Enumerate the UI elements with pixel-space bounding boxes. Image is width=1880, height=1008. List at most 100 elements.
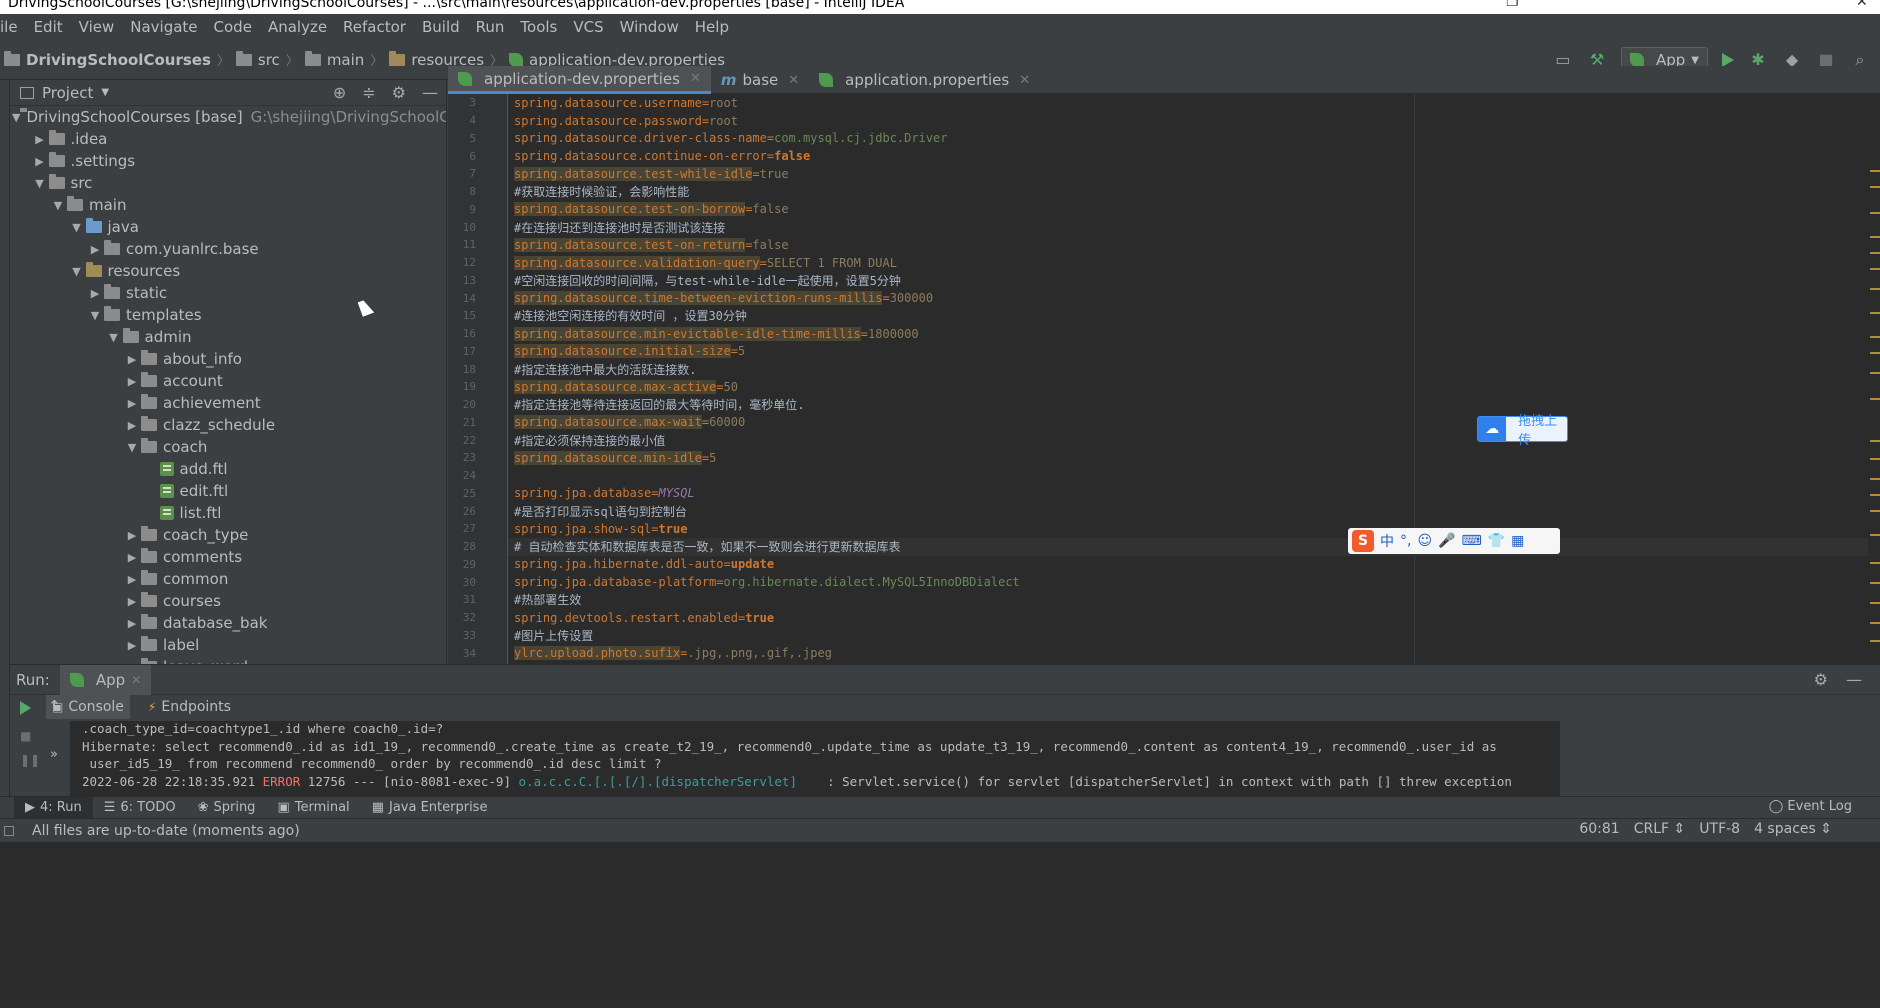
- menu-item-navigate[interactable]: Navigate: [122, 18, 205, 36]
- expand-arrow-icon[interactable]: ▼: [86, 309, 104, 322]
- tree-item-achievement[interactable]: ▶ achievement: [10, 392, 446, 414]
- file-encoding[interactable]: UTF-8: [1699, 821, 1740, 837]
- scroll-up-icon[interactable]: ↑: [48, 697, 61, 715]
- tree-item-coach-type[interactable]: ▶ coach_type: [10, 524, 446, 546]
- baidu-drag-upload-widget[interactable]: ☁ 拖拽上传: [1477, 414, 1568, 448]
- editor-tab-application-properties[interactable]: application.properties ✕: [809, 66, 1040, 94]
- menu-item-vcs[interactable]: VCS: [565, 18, 611, 36]
- error-stripe[interactable]: [1868, 94, 1880, 664]
- code-line[interactable]: 29 spring.jpa.hibernate.ddl-auto=update: [463, 556, 1868, 574]
- expand-arrow-icon[interactable]: ▼: [68, 221, 86, 234]
- warning-mark[interactable]: [1870, 478, 1880, 480]
- collapsed-arrow-icon[interactable]: ▶: [31, 155, 49, 168]
- collapsed-arrow-icon[interactable]: ▶: [123, 595, 141, 608]
- line-separator[interactable]: CRLF ⇕: [1634, 821, 1686, 837]
- status-toggle-icon[interactable]: [4, 825, 14, 836]
- warning-mark[interactable]: [1870, 352, 1880, 354]
- code-line[interactable]: 8 #获取连接时候验证，会影响性能: [469, 183, 1868, 201]
- expand-arrow-icon[interactable]: ▼: [68, 265, 86, 278]
- menu-item-window[interactable]: Window: [612, 18, 687, 36]
- ime-keyboard-icon[interactable]: ⌨: [1462, 533, 1482, 549]
- collapsed-arrow-icon[interactable]: ▶: [31, 133, 49, 146]
- ime-punctuation-icon[interactable]: °,: [1400, 533, 1411, 549]
- tree-item-com-yuanlrc-base[interactable]: ▶ com.yuanlrc.base: [10, 238, 446, 260]
- code-line[interactable]: 14 spring.datasource.time-between-evictio…: [463, 289, 1868, 307]
- close-tab-icon[interactable]: ✕: [131, 673, 141, 687]
- code-line[interactable]: 9 spring.datasource.test-on-borrow=false: [469, 201, 1868, 219]
- menu-item-code[interactable]: Code: [206, 18, 260, 36]
- locate-target-icon[interactable]: ⊕: [333, 83, 346, 102]
- menu-item-refactor[interactable]: Refactor: [335, 18, 414, 36]
- indent-setting[interactable]: 4 spaces ⇕: [1754, 821, 1832, 837]
- collapsed-arrow-icon[interactable]: ▶: [123, 529, 141, 542]
- warning-mark[interactable]: [1870, 372, 1880, 374]
- warning-mark[interactable]: [1870, 336, 1880, 338]
- chevron-down-icon[interactable]: ▼: [101, 87, 109, 98]
- expand-arrow-icon[interactable]: ▼: [12, 111, 20, 124]
- tree-item-java[interactable]: ▼ java: [10, 216, 446, 238]
- tree-item-about-info[interactable]: ▶ about_info: [10, 348, 446, 370]
- collapsed-arrow-icon[interactable]: ▶: [123, 375, 141, 388]
- menu-item-build[interactable]: Build: [414, 18, 468, 36]
- warning-mark[interactable]: [1870, 312, 1880, 314]
- close-tab-icon[interactable]: ✕: [1019, 73, 1030, 88]
- tree-item-comments[interactable]: ▶ comments: [10, 546, 446, 568]
- code-line[interactable]: 27 spring.jpa.show-sql=true: [463, 520, 1868, 538]
- tree-item-clazz-schedule[interactable]: ▶ clazz_schedule: [10, 414, 446, 436]
- tree-item-templates[interactable]: ▼ templates: [10, 304, 446, 326]
- tree-item-add-ftl[interactable]: add.ftl: [10, 458, 446, 480]
- code-line[interactable]: 12 spring.datasource.validation-query=SEL…: [463, 254, 1868, 272]
- warning-mark[interactable]: [1870, 186, 1880, 188]
- tree-item-leave-word[interactable]: ▶leave_word: [10, 656, 446, 664]
- code-editor[interactable]: 3 spring.datasource.username=root 4 spring.…: [448, 94, 1868, 664]
- tool-window-terminal[interactable]: ▣ Terminal: [266, 797, 360, 819]
- ime-menu-icon[interactable]: ▦: [1511, 533, 1524, 549]
- expand-arrow-icon[interactable]: ▼: [105, 331, 123, 344]
- tool-window-spring[interactable]: ❀ Spring: [187, 797, 267, 819]
- collapsed-arrow-icon[interactable]: ▶: [123, 573, 141, 586]
- restore-icon[interactable]: ❐: [1506, 0, 1519, 10]
- warning-mark[interactable]: [1870, 582, 1880, 584]
- tree-item-common[interactable]: ▶ common: [10, 568, 446, 590]
- code-line[interactable]: 34 ylrc.upload.photo.sufix=.jpg,.png,.gif…: [463, 644, 1868, 662]
- tree-item-label[interactable]: ▶ label: [10, 634, 446, 656]
- code-line[interactable]: 25 spring.jpa.database=MYSQL: [463, 485, 1868, 503]
- code-line[interactable]: 10 #在连接归还到连接池时是否测试该连接: [463, 218, 1868, 236]
- menu-item-analyze[interactable]: Analyze: [260, 18, 335, 36]
- console-output[interactable]: .coach_type_id=coachtype1_.id where coac…: [70, 721, 1560, 797]
- code-line[interactable]: 21 spring.datasource.max-wait=60000: [463, 414, 1868, 432]
- tool-window-6-todo[interactable]: ☰ 6: TODO: [93, 797, 187, 819]
- code-line[interactable]: 22 #指定必须保持连接的最小值: [463, 431, 1868, 449]
- code-line[interactable]: 17 spring.datasource.initial-size=5: [463, 343, 1868, 361]
- close-tab-icon[interactable]: ✕: [788, 73, 799, 88]
- collapsed-arrow-icon[interactable]: ▶: [123, 397, 141, 410]
- warning-mark[interactable]: [1870, 236, 1880, 238]
- breadcrumb-project[interactable]: DrivingSchoolCourses: [26, 51, 211, 69]
- minimize-icon[interactable]: —: [422, 83, 438, 102]
- breadcrumb-item-src[interactable]: src: [258, 51, 280, 69]
- collapsed-arrow-icon[interactable]: ▶: [123, 639, 141, 652]
- code-line[interactable]: 6 spring.datasource.continue-on-error=fal…: [469, 147, 1868, 165]
- tree-item-static[interactable]: ▶ static: [10, 282, 446, 304]
- warning-mark[interactable]: [1870, 640, 1880, 642]
- warning-mark[interactable]: [1870, 494, 1880, 496]
- menu-item-edit[interactable]: Edit: [26, 18, 71, 36]
- tool-window-java-enterprise[interactable]: ▦ Java Enterprise: [361, 797, 499, 819]
- warning-mark[interactable]: [1870, 268, 1880, 270]
- rerun-icon[interactable]: [20, 701, 31, 715]
- menu-item-help[interactable]: Help: [687, 18, 737, 36]
- tree-item-admin[interactable]: ▼ admin: [10, 326, 446, 348]
- code-line[interactable]: 16 spring.datasource.min-evictable-idle-t…: [463, 325, 1868, 343]
- warning-mark[interactable]: [1870, 458, 1880, 460]
- ime-emoji-icon[interactable]: ☺: [1417, 533, 1432, 549]
- tree-item-list-ftl[interactable]: list.ftl: [10, 502, 446, 524]
- ime-toolbar[interactable]: S 中 °, ☺ 🎤 ⌨ 👕 ▦: [1348, 528, 1560, 554]
- tree-item-coach[interactable]: ▼ coach: [10, 436, 446, 458]
- editor-tab-base[interactable]: m base ✕: [711, 66, 809, 94]
- event-log-button[interactable]: ◯ Event Log: [1769, 799, 1852, 814]
- warning-mark[interactable]: [1870, 170, 1880, 172]
- warning-mark[interactable]: [1870, 398, 1880, 400]
- tool-window-4-run[interactable]: ▶ 4: Run: [14, 796, 93, 819]
- collapsed-arrow-icon[interactable]: ▶: [123, 617, 141, 630]
- menu-item-run[interactable]: Run: [468, 18, 513, 36]
